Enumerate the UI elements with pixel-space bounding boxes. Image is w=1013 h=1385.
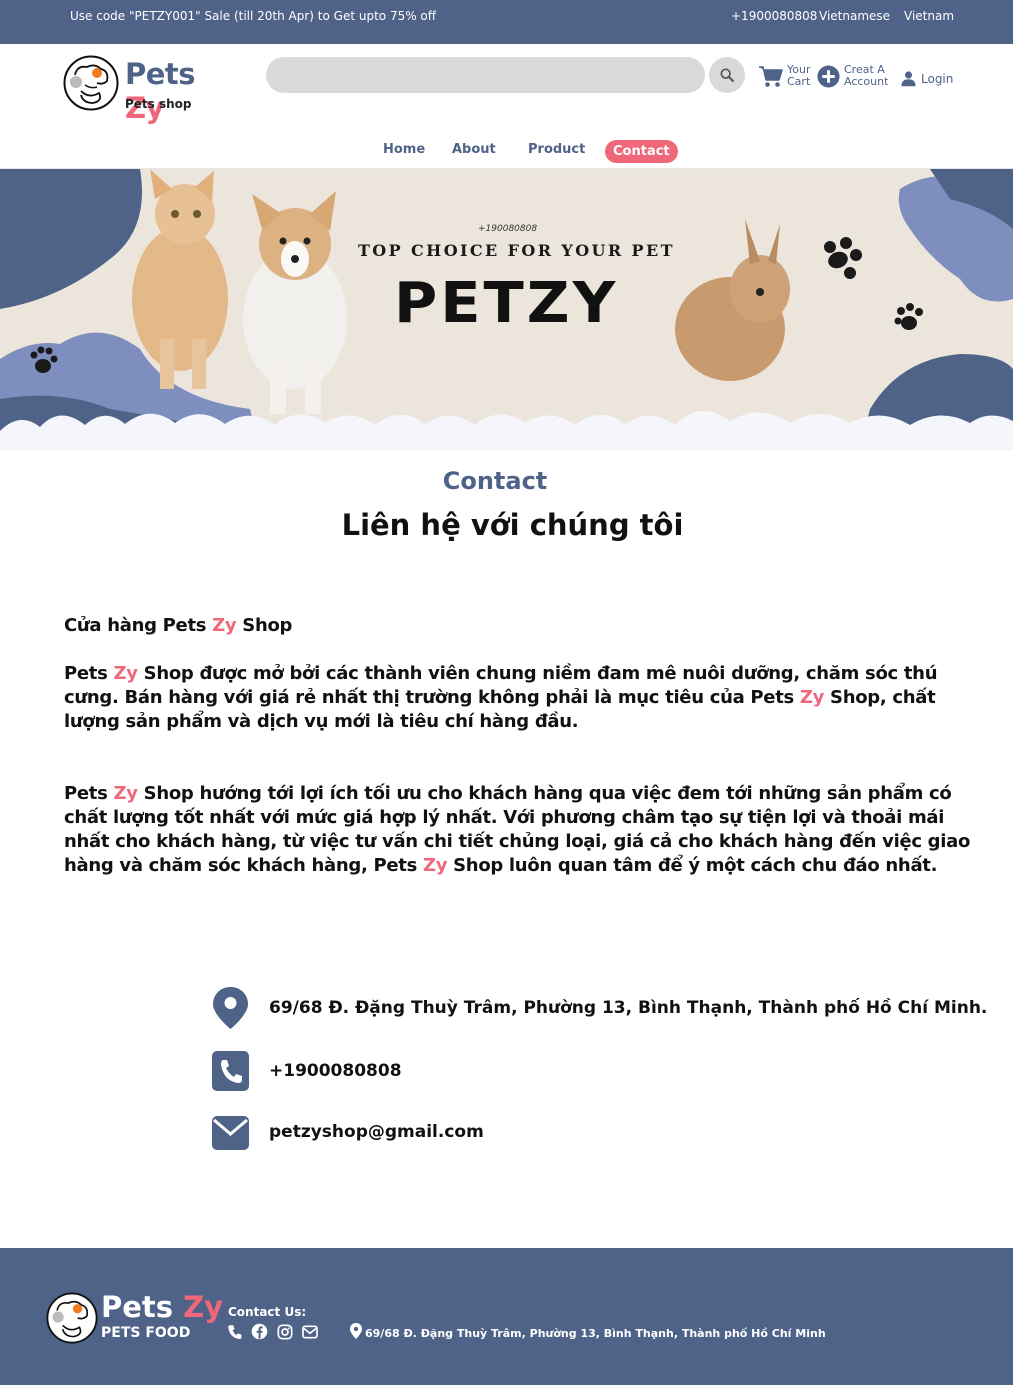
kitten-photo xyxy=(132,169,228,389)
logo-brand-pets: Pets xyxy=(125,57,196,91)
shop-heading-b: Shop xyxy=(236,615,293,636)
footer-brand-zy: Zy xyxy=(183,1290,224,1324)
nav-product[interactable]: Product xyxy=(528,142,585,157)
site-footer: Pets Zy PETS FOOD Contact Us: 69/68 Đ. Đ… xyxy=(0,1248,1013,1385)
p1-zy2: Zy xyxy=(799,687,825,708)
cart-button[interactable]: Your Cart xyxy=(758,64,810,88)
footer-contact-label: Contact Us: xyxy=(228,1305,307,1319)
contact-email[interactable]: petzyshop@gmail.com xyxy=(269,1122,484,1142)
banner-phone: +190080808 xyxy=(478,224,538,234)
phone-icon[interactable] xyxy=(226,1323,243,1340)
corgi-photo xyxy=(243,191,347,414)
page-title: Liên hệ với chúng tôi xyxy=(341,508,684,542)
create-account-button[interactable]: Creat A Account xyxy=(817,64,888,88)
contact-email-row[interactable]: petzyshop@gmail.com xyxy=(212,1112,484,1152)
country-selector[interactable]: Vietnam xyxy=(904,9,954,23)
p2-zy2: Zy xyxy=(422,855,448,876)
hero-banner: +190080808 TOP CHOICE FOR YOUR PET PETZY xyxy=(0,169,1013,450)
nav-home[interactable]: Home xyxy=(383,142,425,157)
plus-circle-icon xyxy=(817,64,840,88)
instagram-icon[interactable] xyxy=(276,1323,293,1340)
p2-zy: Zy xyxy=(113,783,138,804)
p2-a: Pets xyxy=(64,783,114,804)
nav-contact[interactable]: Contact xyxy=(605,140,678,163)
topbar-phone[interactable]: +1900080808 xyxy=(731,9,817,23)
p2-c: Shop luôn quan tâm để ý một cách chu đáo… xyxy=(447,855,938,876)
contact-address-row: 69/68 Đ. Đặng Thuỳ Trâm, Phường 13, Bình… xyxy=(212,987,987,1029)
promo-text: Use code "PETZY001" Sale (till 20th Apr)… xyxy=(70,9,437,23)
paw-print-right-large xyxy=(824,237,862,279)
search-input[interactable] xyxy=(266,57,705,93)
contact-phone-row[interactable]: +1900080808 xyxy=(212,1051,402,1091)
location-pin-icon xyxy=(350,1323,362,1339)
rabbit-photo xyxy=(675,219,790,381)
shop-heading-a: Cửa hàng Pets xyxy=(64,615,213,636)
cart-label-line2: Cart xyxy=(787,75,811,88)
p1-zy: Zy xyxy=(113,663,138,684)
contact-phone[interactable]: +1900080808 xyxy=(269,1061,402,1081)
site-logo[interactable]: Pets Zy Pets shop xyxy=(63,55,243,125)
footer-subtitle: PETS FOOD xyxy=(101,1325,191,1341)
contact-address: 69/68 Đ. Đặng Thuỳ Trâm, Phường 13, Bình… xyxy=(269,998,988,1018)
facebook-icon[interactable] xyxy=(251,1323,268,1340)
footer-brand-pets: Pets xyxy=(101,1290,174,1324)
about-paragraph-1: Pets Zy Shop được mở bởi các thành viên … xyxy=(64,662,994,734)
section-label: Contact xyxy=(442,467,548,495)
p1-a: Pets xyxy=(64,663,114,684)
about-paragraph-2: Pets Zy Shop hướng tới lợi ích tối ưu ch… xyxy=(64,782,994,878)
user-icon xyxy=(901,71,916,87)
search-button[interactable] xyxy=(709,57,745,93)
promo-bar: Use code "PETZY001" Sale (till 20th Apr)… xyxy=(0,0,1013,44)
location-pin-icon xyxy=(212,987,249,1029)
banner-tagline: TOP CHOICE FOR YOUR PET xyxy=(358,241,675,260)
footer-logo-icon[interactable] xyxy=(46,1292,98,1344)
email-icon xyxy=(212,1112,249,1152)
logo-brand: Pets Zy xyxy=(125,57,243,125)
login-label: Login xyxy=(921,71,954,86)
account-label-line2: Account xyxy=(844,75,889,88)
search-icon xyxy=(720,68,734,82)
logo-subtitle: Pets shop xyxy=(125,97,192,111)
shop-heading-zy: Zy xyxy=(212,615,237,636)
login-button[interactable]: Login xyxy=(900,70,953,87)
shop-heading: Cửa hàng Pets Zy Shop xyxy=(64,614,994,638)
footer-address: 69/68 Đ. Đặng Thuỳ Trâm, Phường 13, Bình… xyxy=(365,1327,826,1340)
phone-icon xyxy=(212,1051,249,1091)
pet-logo-icon xyxy=(63,55,119,111)
footer-brand: Pets Zy xyxy=(101,1290,223,1324)
mail-icon[interactable] xyxy=(301,1323,318,1340)
language-selector[interactable]: Vietnamese xyxy=(819,9,890,23)
cart-icon xyxy=(759,65,783,87)
banner-title: PETZY xyxy=(394,269,619,336)
paw-print-right-small xyxy=(894,303,923,330)
footer-social-icons xyxy=(226,1323,318,1340)
site-header: Pets Zy Pets shop Your Cart Creat A Accoun… xyxy=(0,44,1013,169)
nav-about[interactable]: About xyxy=(452,142,496,157)
